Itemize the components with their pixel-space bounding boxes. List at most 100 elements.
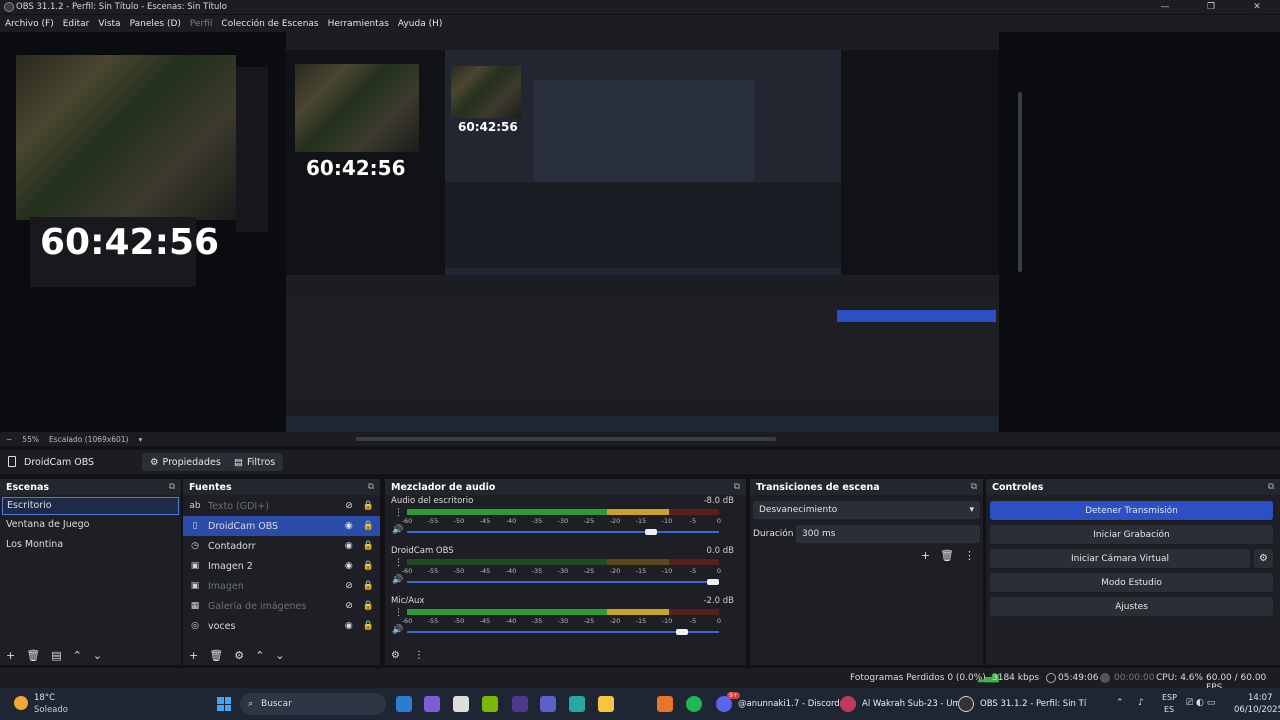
source-item[interactable]: ◷ Contadorr ◉ 🔒 [183,536,380,556]
mixer-menu-icon[interactable]: ⋮ [414,650,424,661]
speaker-icon[interactable]: 🔊 [392,525,403,535]
volume-knob[interactable] [644,529,657,535]
undock-icon[interactable]: ⧉ [169,482,175,492]
undock-icon[interactable]: ⧉ [368,482,374,492]
lock-icon[interactable]: 🔒 [363,521,374,531]
undock-icon[interactable]: ⧉ [734,482,740,492]
eye-icon[interactable]: ◉ [345,541,353,551]
move-down-icon[interactable]: ⌄ [93,649,102,662]
properties-button[interactable]: ⚙ Propiedades [142,453,229,471]
stop-stream-button[interactable]: Detener Transmisión [990,501,1273,520]
add-scene-icon[interactable]: + [6,649,15,662]
studio-mode-button[interactable]: Modo Estudio [990,573,1273,592]
taskbar-search[interactable]: ⌕ Buscar [240,693,386,715]
eye-hidden-icon[interactable]: ⊘ [345,581,353,591]
remove-source-icon[interactable]: 🗑 [209,649,223,662]
virtual-camera-settings-icon[interactable]: ⚙ [1254,549,1273,568]
move-up-icon[interactable]: ⌃ [73,649,82,662]
add-source-icon[interactable]: + [189,649,198,662]
teams-icon[interactable] [540,696,556,712]
source-item[interactable]: ▣ Imagen 2 ◉ 🔒 [183,556,380,576]
microphone-icon[interactable]: ♪ [1138,698,1144,708]
source-item[interactable]: ◎ voces ◉ 🔒 [183,616,380,636]
volume-slider[interactable] [407,579,719,585]
undock-icon[interactable]: ⧉ [1268,482,1274,492]
source-item[interactable]: ▯ DroidCam OBS ◉ 🔒 [183,516,380,536]
app-icon[interactable] [657,696,673,712]
start-recording-button[interactable]: Iniciar Grabación [990,525,1273,544]
start-virtual-camera-button[interactable]: Iniciar Cámara Virtual [990,549,1250,568]
scene-item[interactable]: Ventana de Juego [0,515,181,535]
volume-slider[interactable] [407,629,719,635]
outlook-icon[interactable] [396,696,412,712]
lock-icon[interactable]: 🔒 [363,561,374,571]
menu-ayuda[interactable]: Ayuda (H) [398,19,442,29]
add-transition-icon[interactable]: + [921,549,930,562]
nvidia-icon[interactable] [482,696,498,712]
preview-scrollbar[interactable] [1018,92,1022,272]
menu-coleccion[interactable]: Colección de Escenas [221,19,318,29]
transition-menu-icon[interactable]: ⋮ [964,549,975,562]
zoom-out-button[interactable]: − [6,435,12,444]
eye-icon[interactable]: ◉ [345,621,353,631]
tray-chevron-icon[interactable]: ⌃ [1116,698,1124,708]
menu-herramientas[interactable]: Herramientas [328,19,389,29]
folder-icon[interactable] [598,696,614,712]
lock-icon[interactable]: 🔒 [363,601,374,611]
eye-icon[interactable]: ◉ [345,521,353,531]
language[interactable]: ESP [1162,693,1177,702]
source-item[interactable]: ▦ Galería de imágenes ⊘ 🔒 [183,596,380,616]
horizontal-scrollbar[interactable] [356,437,776,441]
scene-item[interactable]: Los Montina [0,535,181,555]
volume-knob[interactable] [707,579,719,585]
lock-icon[interactable]: 🔒 [363,541,374,551]
lock-icon[interactable]: 🔒 [363,621,374,631]
remove-transition-icon[interactable]: 🗑 [940,549,954,562]
lock-icon[interactable]: 🔒 [363,501,374,511]
maximize-button[interactable]: ❐ [1188,0,1234,14]
volume-knob[interactable] [675,629,688,635]
eye-hidden-icon[interactable]: ⊘ [345,601,353,611]
menu-vista[interactable]: Vista [98,19,120,29]
taskbar-obs[interactable]: OBS 31.1.2 - Perfil: Sin Tí [958,694,1086,714]
scale-dropdown-icon[interactable]: ▾ [138,435,142,444]
menu-archivo[interactable]: Archivo (F) [5,19,54,29]
temperature: 18°C [34,693,56,703]
transition-select[interactable]: Desvanecimiento ▾ [753,501,980,519]
speaker-icon[interactable]: 🔊 [392,625,403,635]
tray-icons[interactable]: ⎚ ◐ ▭ [1186,698,1215,708]
minimize-button[interactable]: — [1142,0,1188,14]
preview-canvas[interactable]: 60:42:56 60:42:56 60:42:56 [0,32,1280,434]
undock-icon[interactable]: ⧉ [971,482,977,492]
settings-button[interactable]: Ajustes [990,597,1273,616]
advanced-audio-icon[interactable]: ⚙ [391,650,400,661]
source-item[interactable]: ab Texto (GDI+) ⊘ 🔒 [183,496,380,516]
lock-icon[interactable]: 🔒 [363,581,374,591]
move-up-icon[interactable]: ⌃ [255,649,264,662]
edge-icon[interactable] [569,696,585,712]
menu-perfil[interactable]: Perfil [190,19,213,29]
scene-filters-icon[interactable]: ▤ [51,649,61,662]
speaker-icon[interactable]: 🔊 [392,575,403,585]
steam-icon[interactable] [628,696,644,712]
source-settings-icon[interactable]: ⚙ [234,649,244,662]
eye-hidden-icon[interactable]: ⊘ [345,501,353,511]
taskbar-browser[interactable]: Al Wakrah Sub-23 - Um [840,694,961,714]
volume-slider[interactable] [407,529,719,535]
scene-item[interactable]: Escritorio [2,497,179,515]
menu-paneles[interactable]: Paneles (D) [130,19,181,29]
start-icon[interactable] [217,697,231,711]
move-down-icon[interactable]: ⌄ [275,649,284,662]
filters-button[interactable]: ▤ Filtros [226,453,284,471]
source-item[interactable]: ▣ Imagen ⊘ 🔒 [183,576,380,596]
copilot-icon[interactable] [424,696,440,712]
obsidian-icon[interactable] [512,696,528,712]
close-button[interactable]: ✕ [1234,0,1280,14]
store-icon[interactable] [453,696,469,712]
tick-label: -55 [427,617,439,625]
menu-editar[interactable]: Editar [63,19,90,29]
duration-field[interactable]: 300 ms [796,525,980,543]
remove-scene-icon[interactable]: 🗑 [26,649,40,662]
eye-icon[interactable]: ◉ [345,561,353,571]
spotify-icon[interactable] [686,696,702,712]
